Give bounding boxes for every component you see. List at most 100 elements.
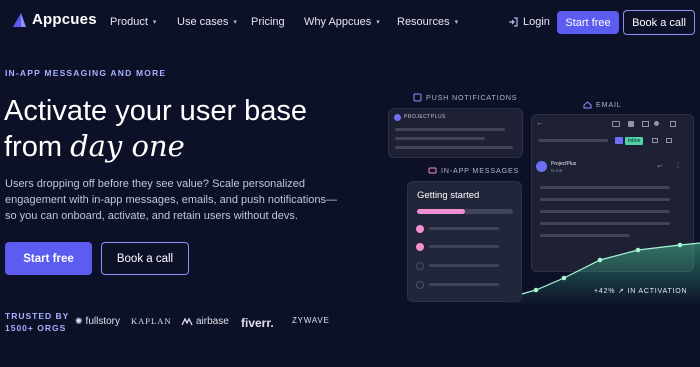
step-line	[429, 245, 499, 248]
email-label-text: EMAIL	[596, 100, 622, 109]
email-label: EMAIL	[583, 100, 622, 109]
hero-title-line1: Activate your user base	[4, 95, 308, 127]
step-line	[429, 227, 499, 230]
hero-description: Users dropping off before they see value…	[5, 178, 338, 222]
growth-area	[500, 243, 700, 306]
brand-name: fiverr.	[241, 316, 274, 330]
brand-logo-kaplan: KAPLAN	[131, 316, 171, 326]
appcues-logo[interactable]: Appcues	[12, 11, 97, 28]
push-text-line	[395, 128, 505, 131]
chevron-down-icon: ▾	[233, 19, 237, 26]
nav-item-resources[interactable]: Resources ▾	[397, 16, 458, 28]
brand-name: ZYWAVE	[292, 316, 330, 325]
push-text-line	[395, 137, 485, 140]
trash-icon	[628, 121, 634, 127]
airbase-mark-icon	[181, 317, 193, 326]
nav-item-product[interactable]: Product ▾	[110, 16, 156, 28]
email-text-line	[540, 222, 670, 225]
fullstory-mark-icon: ✺	[75, 316, 83, 326]
label-icon	[670, 121, 676, 127]
chevron-down-icon: ▾	[376, 19, 380, 26]
push-app-icon	[394, 114, 401, 121]
in-app-message-card: Getting started	[407, 181, 522, 302]
push-notifications-label: PUSH NOTIFICATIONS	[413, 93, 517, 102]
login-link[interactable]: Login	[508, 16, 550, 28]
brand-logo-zywave: ZYWAVE	[292, 316, 330, 325]
step-done-dot	[416, 225, 424, 233]
trusted-line2: 1500+ ORGS	[5, 323, 67, 333]
clock-icon	[654, 121, 659, 126]
step-pending-dot	[416, 281, 424, 289]
push-label-text: PUSH NOTIFICATIONS	[426, 93, 518, 102]
brand-logo-fiverr: fiverr.	[241, 316, 274, 330]
step-line	[429, 264, 499, 267]
hero-book-call-button[interactable]: Book a call	[101, 242, 189, 275]
nav-item-label: Resources	[397, 16, 450, 28]
nav-item-label: Pricing	[251, 16, 285, 28]
email-recipient: to me	[551, 168, 563, 173]
nav-item-use-cases[interactable]: Use cases ▾	[177, 16, 237, 28]
email-text-line	[540, 186, 670, 189]
growth-point	[533, 287, 539, 293]
product-illustration: PUSH NOTIFICATIONS PROJECTPLUS EMAIL ← I…	[380, 80, 700, 310]
bell-frame-icon	[413, 93, 422, 102]
login-arrow-icon	[509, 17, 518, 27]
growth-point	[635, 247, 641, 253]
hero-title-line2: from day one	[4, 132, 185, 162]
hero-eyebrow: IN-APP MESSAGING AND MORE	[5, 68, 167, 78]
brand-name: airbase	[196, 316, 229, 327]
activation-growth-chart	[500, 242, 700, 306]
hero-start-free-button[interactable]: Start free	[5, 242, 92, 275]
print-icon	[652, 138, 658, 143]
nav-item-label: Why Appcues	[304, 16, 372, 28]
push-notification-card: PROJECTPLUS	[388, 108, 523, 158]
brand-logo-fullstory: ✺ fullstory	[75, 316, 120, 327]
trusted-line1: TRUSTED BY	[5, 311, 70, 321]
push-sender: PROJECTPLUS	[404, 114, 446, 120]
sender-avatar	[536, 161, 547, 172]
logo-text: Appcues	[32, 11, 97, 28]
nav-item-label: Use cases	[177, 16, 229, 28]
email-subject-line	[538, 139, 608, 142]
chevron-down-icon: ▾	[454, 19, 459, 26]
nav-item-why-appcues[interactable]: Why Appcues ▾	[304, 16, 380, 28]
inbox-tag: Inbox	[625, 137, 644, 145]
more-icon: ⋮	[675, 163, 681, 169]
nav-item-pricing[interactable]: Pricing	[251, 16, 285, 28]
trusted-by-label: TRUSTED BY 1500+ ORGS	[5, 310, 69, 334]
brand-logo-airbase: airbase	[181, 316, 229, 327]
email-sender: ProjectPlus	[551, 161, 577, 167]
push-text-line	[395, 146, 513, 149]
open-icon	[666, 138, 672, 143]
message-icon	[428, 167, 437, 173]
in-app-messages-label: IN-APP MESSAGES	[428, 166, 519, 175]
step-done-dot	[416, 243, 424, 251]
flag-icon	[615, 137, 623, 144]
onboarding-progress-track	[417, 209, 513, 214]
onboarding-progress-fill	[417, 209, 465, 214]
step-line	[429, 283, 499, 286]
in-app-title: Getting started	[417, 190, 480, 201]
login-label: Login	[523, 16, 550, 28]
hero-title-emphasis: day one	[70, 129, 185, 163]
email-text-line	[540, 198, 670, 201]
mail-icon	[642, 121, 649, 127]
top-navigation: Appcues Product ▾ Use cases ▾ Pricing Wh…	[0, 0, 700, 44]
email-text-line	[540, 210, 670, 213]
growth-point	[561, 275, 567, 281]
hero-title-plain: from	[4, 131, 71, 163]
archive-icon	[612, 121, 620, 127]
nav-book-call-button[interactable]: Book a call	[623, 10, 695, 35]
reply-icon: ↩	[657, 164, 663, 170]
chevron-down-icon: ▾	[152, 19, 157, 26]
activation-stat: +42% ↗ IN ACTIVATION	[594, 288, 688, 295]
brand-name: fullstory	[85, 316, 120, 327]
house-icon	[583, 100, 592, 108]
appcues-mark-icon	[13, 12, 26, 27]
back-arrow-icon: ←	[536, 118, 544, 127]
growth-point	[677, 242, 683, 248]
in-app-label-text: IN-APP MESSAGES	[441, 166, 520, 175]
brand-name: KAPLAN	[131, 316, 172, 326]
nav-item-label: Product	[110, 16, 148, 28]
nav-start-free-button[interactable]: Start free	[557, 11, 619, 34]
